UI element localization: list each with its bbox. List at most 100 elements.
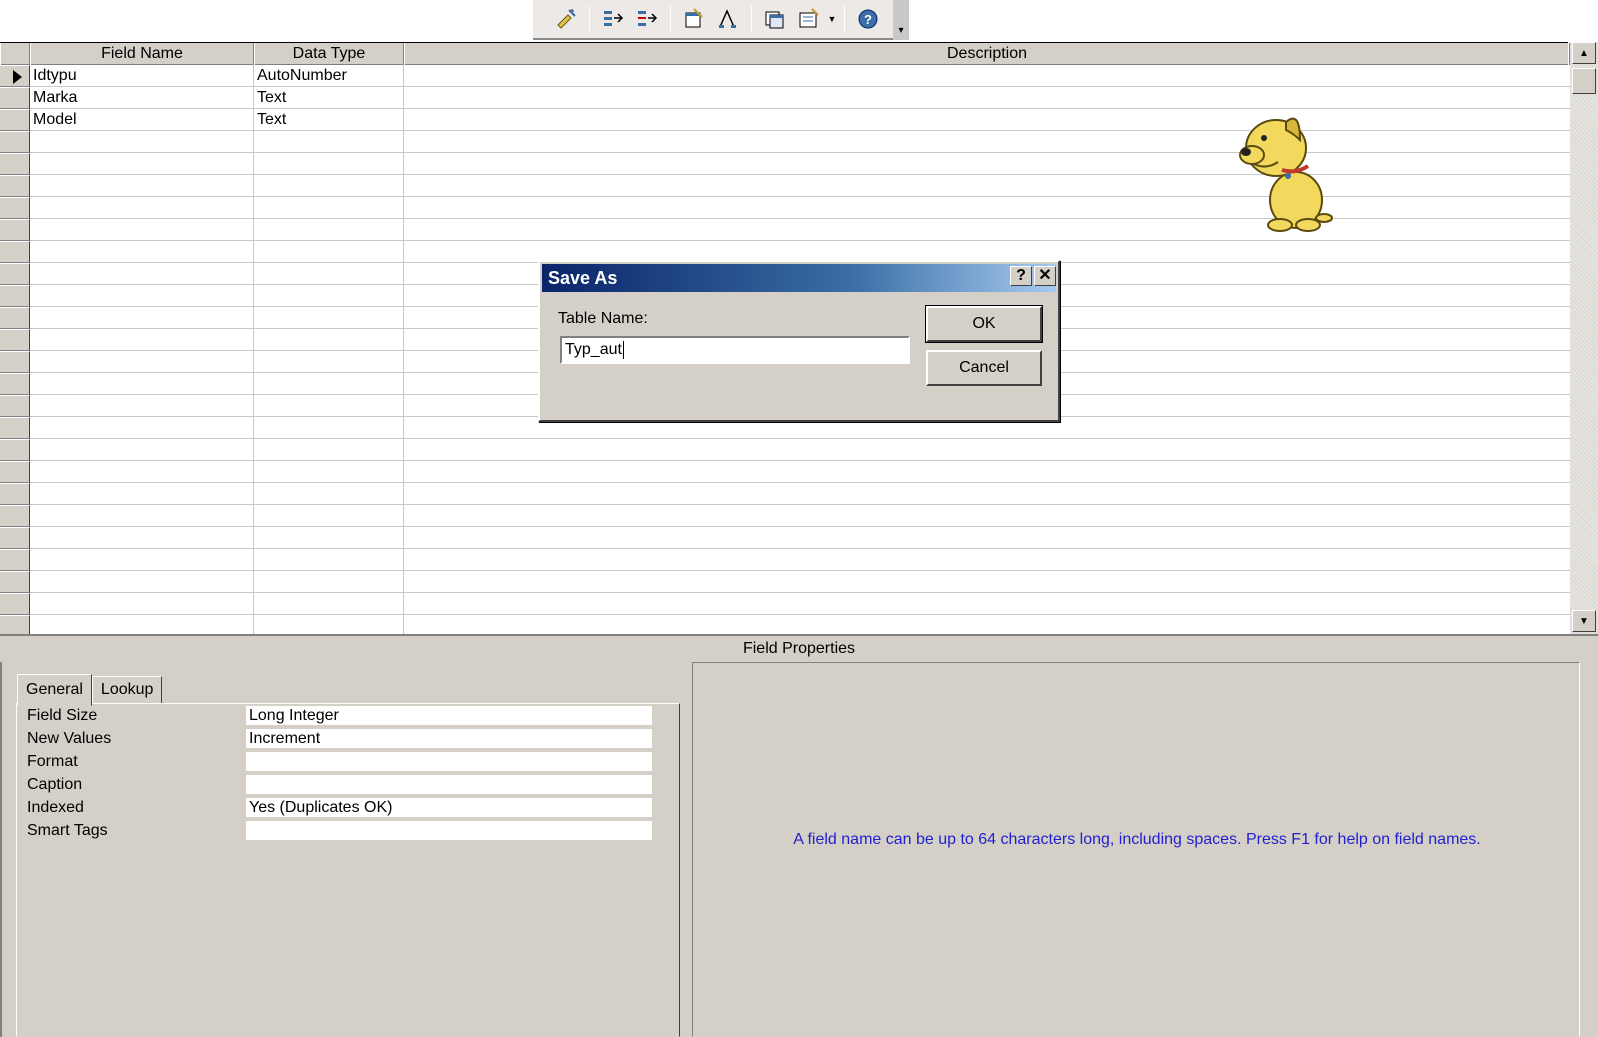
cell-field-name[interactable]: Idtypu — [30, 65, 252, 87]
row-selector[interactable] — [0, 571, 30, 593]
cell-field-name[interactable] — [30, 197, 252, 219]
cell-field-name[interactable] — [30, 175, 252, 197]
row-selector[interactable] — [0, 307, 30, 329]
cell-field-name[interactable] — [30, 461, 252, 483]
cell-field-name[interactable] — [30, 439, 252, 461]
cell-field-name[interactable] — [30, 549, 252, 571]
scroll-down-icon[interactable]: ▼ — [1572, 610, 1596, 632]
property-value-field[interactable] — [245, 751, 653, 772]
cell-description[interactable] — [404, 439, 1564, 461]
property-value-field[interactable]: Long Integer — [245, 705, 653, 726]
cell-field-name[interactable] — [30, 373, 252, 395]
cell-data-type[interactable] — [254, 395, 402, 417]
row-selector[interactable] — [0, 197, 30, 219]
row-selector[interactable] — [0, 483, 30, 505]
insert-rows-icon[interactable] — [598, 4, 628, 34]
table-row[interactable] — [30, 505, 1570, 527]
table-row[interactable] — [30, 461, 1570, 483]
cell-field-name[interactable] — [30, 307, 252, 329]
row-selector[interactable] — [0, 417, 30, 439]
database-window-icon[interactable] — [760, 4, 790, 34]
row-selector[interactable] — [0, 505, 30, 527]
row-selector[interactable] — [0, 241, 30, 263]
cell-data-type[interactable] — [254, 549, 402, 571]
scroll-thumb[interactable] — [1572, 68, 1596, 94]
cell-field-name[interactable] — [30, 241, 252, 263]
cell-data-type[interactable] — [254, 153, 402, 175]
cell-field-name[interactable] — [30, 571, 252, 593]
row-selector-current[interactable] — [0, 65, 30, 87]
cell-field-name[interactable]: Marka — [30, 87, 252, 109]
cell-field-name[interactable] — [30, 263, 252, 285]
cell-field-name[interactable] — [30, 593, 252, 615]
cell-description[interactable] — [404, 483, 1564, 505]
cell-field-name[interactable] — [30, 285, 252, 307]
cell-data-type[interactable] — [254, 483, 402, 505]
property-value-field[interactable]: Increment — [245, 728, 653, 749]
row-selector[interactable] — [0, 439, 30, 461]
scroll-up-icon[interactable]: ▲ — [1572, 42, 1596, 64]
row-selector[interactable] — [0, 263, 30, 285]
row-selector[interactable] — [0, 461, 30, 483]
table-row[interactable] — [30, 549, 1570, 571]
row-selector[interactable] — [0, 131, 30, 153]
row-selector[interactable] — [0, 373, 30, 395]
table-row[interactable]: Idtypu AutoNumber — [30, 65, 1570, 87]
ok-button[interactable]: OK — [925, 305, 1043, 343]
cell-description[interactable] — [404, 175, 1564, 197]
cell-data-type[interactable] — [254, 351, 402, 373]
cell-field-name[interactable] — [30, 131, 252, 153]
cell-field-name[interactable] — [30, 505, 252, 527]
cell-data-type[interactable] — [254, 241, 402, 263]
office-assistant-dog[interactable] — [1238, 100, 1342, 232]
row-selector[interactable] — [0, 549, 30, 571]
cell-description[interactable] — [404, 549, 1564, 571]
property-value-field[interactable]: Yes (Duplicates OK) — [245, 797, 653, 818]
table-row[interactable] — [30, 593, 1570, 615]
tab-lookup[interactable]: Lookup — [91, 676, 163, 704]
row-selector[interactable] — [0, 219, 30, 241]
row-selector[interactable] — [0, 109, 30, 131]
cell-data-type[interactable] — [254, 197, 402, 219]
cell-data-type[interactable] — [254, 505, 402, 527]
table-row[interactable] — [30, 439, 1570, 461]
property-value-field[interactable] — [245, 820, 653, 841]
row-selector[interactable] — [0, 527, 30, 549]
new-object-icon[interactable] — [794, 4, 824, 34]
cell-description[interactable] — [404, 219, 1564, 241]
cell-description[interactable] — [404, 153, 1564, 175]
cell-description[interactable] — [404, 461, 1564, 483]
row-selector[interactable] — [0, 285, 30, 307]
cell-data-type[interactable] — [254, 307, 402, 329]
header-selector[interactable] — [0, 43, 30, 65]
row-selector[interactable] — [0, 153, 30, 175]
cell-field-name[interactable] — [30, 395, 252, 417]
grid-vertical-scrollbar[interactable]: ▲ ▼ — [1570, 42, 1598, 634]
cell-data-type[interactable] — [254, 175, 402, 197]
toolbar-options-icon[interactable]: ▾ — [893, 0, 909, 40]
row-selector[interactable] — [0, 87, 30, 109]
cell-field-name[interactable] — [30, 329, 252, 351]
row-selector[interactable] — [0, 395, 30, 417]
delete-rows-icon[interactable] — [632, 4, 662, 34]
cell-data-type[interactable] — [254, 417, 402, 439]
new-object-dropdown-icon[interactable]: ▼ — [826, 4, 838, 34]
cell-data-type[interactable] — [254, 527, 402, 549]
cell-data-type[interactable]: AutoNumber — [254, 65, 402, 87]
row-selector[interactable] — [0, 329, 30, 351]
cell-data-type[interactable] — [254, 219, 402, 241]
cell-data-type[interactable] — [254, 439, 402, 461]
tab-general[interactable]: General — [17, 674, 92, 706]
cell-description[interactable] — [404, 505, 1564, 527]
cell-field-name[interactable] — [30, 219, 252, 241]
cell-data-type[interactable] — [254, 131, 402, 153]
cell-field-name[interactable] — [30, 351, 252, 373]
close-button[interactable]: ✕ — [1034, 266, 1056, 286]
cell-data-type[interactable] — [254, 461, 402, 483]
cell-field-name[interactable] — [30, 527, 252, 549]
cell-data-type[interactable] — [254, 571, 402, 593]
table-row[interactable] — [30, 527, 1570, 549]
cell-description[interactable] — [404, 571, 1564, 593]
dialog-titlebar[interactable]: Save As — [542, 264, 1056, 292]
property-value-field[interactable] — [245, 774, 653, 795]
